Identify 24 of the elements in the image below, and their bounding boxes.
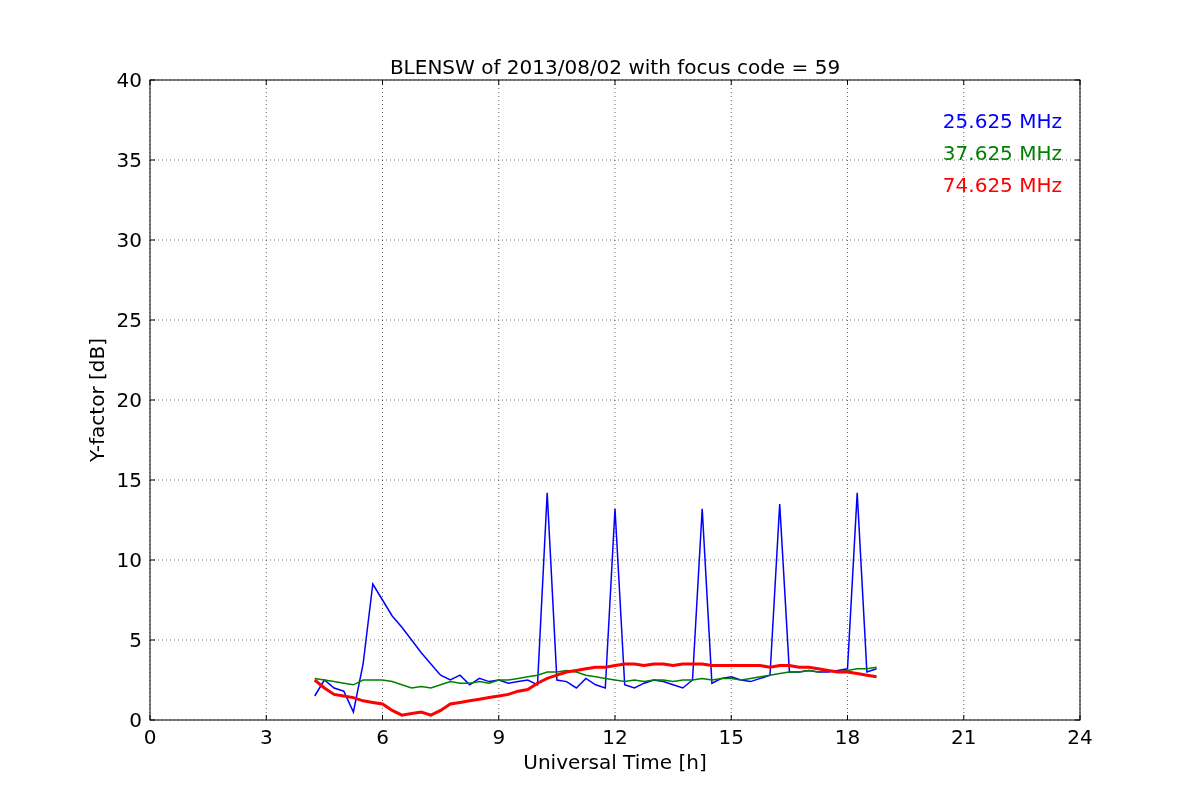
y-tick-label: 5: [129, 628, 142, 652]
y-tick-label: 30: [116, 228, 142, 252]
chart-title: BLENSW of 2013/08/02 with focus code = 59: [389, 55, 841, 79]
x-tick-label: 6: [376, 725, 389, 749]
x-tick-label: 9: [492, 725, 506, 749]
y-tick-label: 0: [129, 708, 142, 732]
x-tick-label: 24: [1067, 725, 1093, 749]
y-tick-label: 25: [116, 308, 142, 332]
y-tick-label: 40: [116, 68, 142, 92]
y-tick-label: 15: [116, 468, 142, 492]
legend-label: 37.625 MHz: [942, 141, 1062, 165]
y-tick-label: 20: [116, 388, 142, 412]
x-tick-label: 12: [602, 725, 628, 749]
legend-label: 25.625 MHz: [942, 109, 1062, 133]
x-tick-label: 0: [143, 725, 157, 749]
x-tick-label: 18: [834, 725, 861, 749]
y-tick-label: 10: [116, 548, 142, 572]
x-tick-label: 3: [259, 725, 273, 749]
y-axis-label: Y-factor [dB]: [85, 338, 109, 462]
legend-label: 74.625 MHz: [942, 173, 1062, 197]
x-tick-label: 15: [718, 725, 744, 749]
x-tick-label: 21: [951, 725, 977, 749]
x-axis-label: Universal Time [h]: [523, 750, 707, 774]
y-tick-label: 35: [116, 148, 142, 172]
